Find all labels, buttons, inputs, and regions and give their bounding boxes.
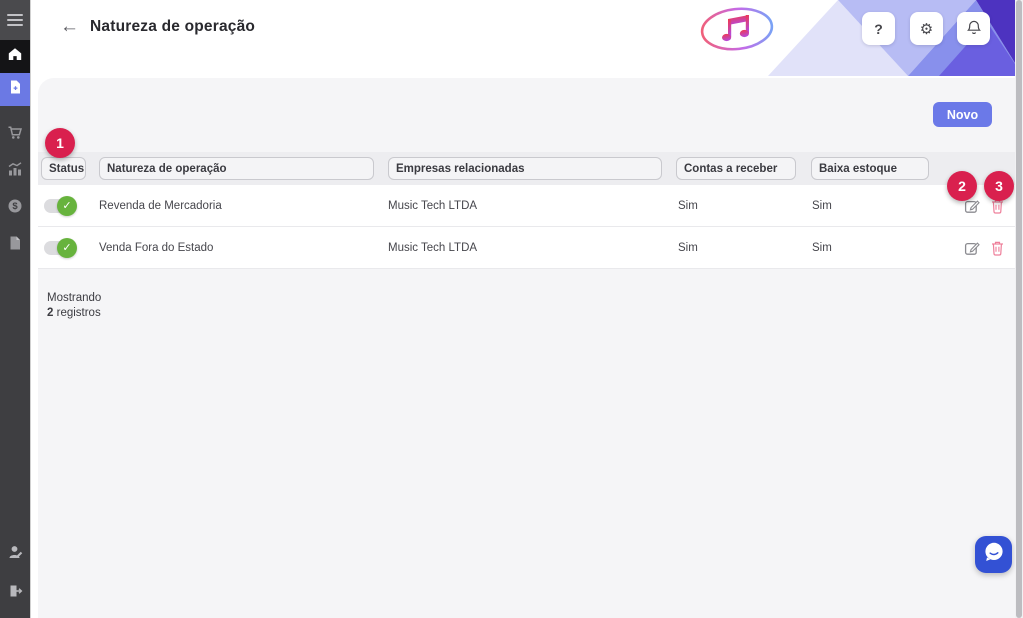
- baixa-estoque-cell: Sim: [812, 199, 832, 212]
- natureza-cell: Venda Fora do Estado: [99, 241, 214, 254]
- row-actions: [964, 227, 1005, 268]
- status-toggle[interactable]: ✓: [44, 195, 77, 216]
- column-header-baixa-estoque[interactable]: Baixa estoque: [811, 157, 929, 180]
- status-cell: ✓: [44, 227, 77, 268]
- showing-label: Mostrando: [47, 292, 102, 304]
- home-icon: [7, 46, 23, 67]
- svg-text:$: $: [12, 201, 18, 212]
- baixa-estoque-cell: Sim: [812, 241, 832, 254]
- dollar-coin-icon: $: [7, 198, 23, 219]
- edit-button[interactable]: [964, 240, 980, 256]
- column-header-natureza[interactable]: Natureza de operação: [99, 157, 374, 180]
- document-plus-icon: [8, 79, 23, 100]
- empresas-cell: Music Tech LTDA: [388, 241, 478, 254]
- chat-widget-button[interactable]: [975, 536, 1012, 573]
- settings-button[interactable]: ⚙: [910, 12, 943, 45]
- user-edit-icon: [8, 544, 23, 565]
- delete-button[interactable]: [989, 240, 1005, 256]
- help-button[interactable]: ?: [862, 12, 895, 45]
- status-toggle[interactable]: ✓: [44, 237, 77, 258]
- annotation-badge-2: 2: [947, 171, 977, 201]
- column-header-contas-receber[interactable]: Contas a receber: [676, 157, 796, 180]
- page-title: Natureza de operação: [90, 17, 256, 35]
- column-header-status[interactable]: Status: [41, 157, 86, 180]
- column-header-empresas[interactable]: Empresas relacionadas: [388, 157, 662, 180]
- new-button[interactable]: Novo: [933, 102, 992, 127]
- contas-receber-cell: Sim: [678, 199, 698, 212]
- annotation-badge-1: 1: [45, 128, 75, 158]
- table-body: ✓ Revenda de Mercadoria Music Tech LTDA …: [38, 185, 1015, 269]
- content-card: Novo Status Natureza de operação Empresa…: [38, 78, 1015, 618]
- cart-icon: [7, 125, 23, 145]
- sidebar-item-finance[interactable]: $: [0, 192, 30, 225]
- sidebar-item-home[interactable]: [0, 40, 30, 73]
- status-cell: ✓: [44, 185, 77, 226]
- scrollbar-thumb[interactable]: [1016, 0, 1022, 618]
- sidebar-item-files[interactable]: [0, 229, 30, 262]
- music-note-logo: [698, 5, 776, 58]
- sidebar-item-logout[interactable]: [0, 577, 30, 610]
- table-header-row: Status Natureza de operação Empresas rel…: [38, 152, 1015, 185]
- hamburger-menu-icon[interactable]: [0, 0, 30, 40]
- table-row: ✓ Revenda de Mercadoria Music Tech LTDA …: [38, 185, 1015, 227]
- top-header: ← Natureza de operação ? ⚙: [30, 0, 1023, 78]
- sidebar-item-documents[interactable]: [0, 73, 30, 106]
- toggle-check-icon: ✓: [57, 237, 77, 258]
- sidebar-item-reports[interactable]: [0, 155, 30, 188]
- notifications-button[interactable]: [957, 12, 990, 45]
- bell-icon: [966, 19, 982, 39]
- back-arrow[interactable]: ←: [60, 17, 79, 36]
- table-row: ✓ Venda Fora do Estado Music Tech LTDA S…: [38, 227, 1015, 269]
- chat-bubble-icon: [981, 539, 1007, 570]
- toggle-check-icon: ✓: [57, 195, 77, 216]
- contas-receber-cell: Sim: [678, 241, 698, 254]
- vertical-scrollbar: [1015, 0, 1023, 618]
- annotation-badge-3: 3: [984, 171, 1014, 201]
- records-count: Mostrando 2 registros: [47, 291, 101, 321]
- sidebar-item-user[interactable]: [0, 538, 30, 571]
- logout-icon: [7, 583, 23, 604]
- chart-icon: [7, 161, 23, 182]
- empresas-cell: Music Tech LTDA: [388, 199, 478, 212]
- records-line: 2 registros: [47, 307, 101, 319]
- natureza-cell: Revenda de Mercadoria: [99, 199, 222, 212]
- file-icon: [8, 235, 22, 256]
- sidebar-item-purchases[interactable]: [0, 118, 30, 151]
- sidebar: $: [0, 0, 30, 618]
